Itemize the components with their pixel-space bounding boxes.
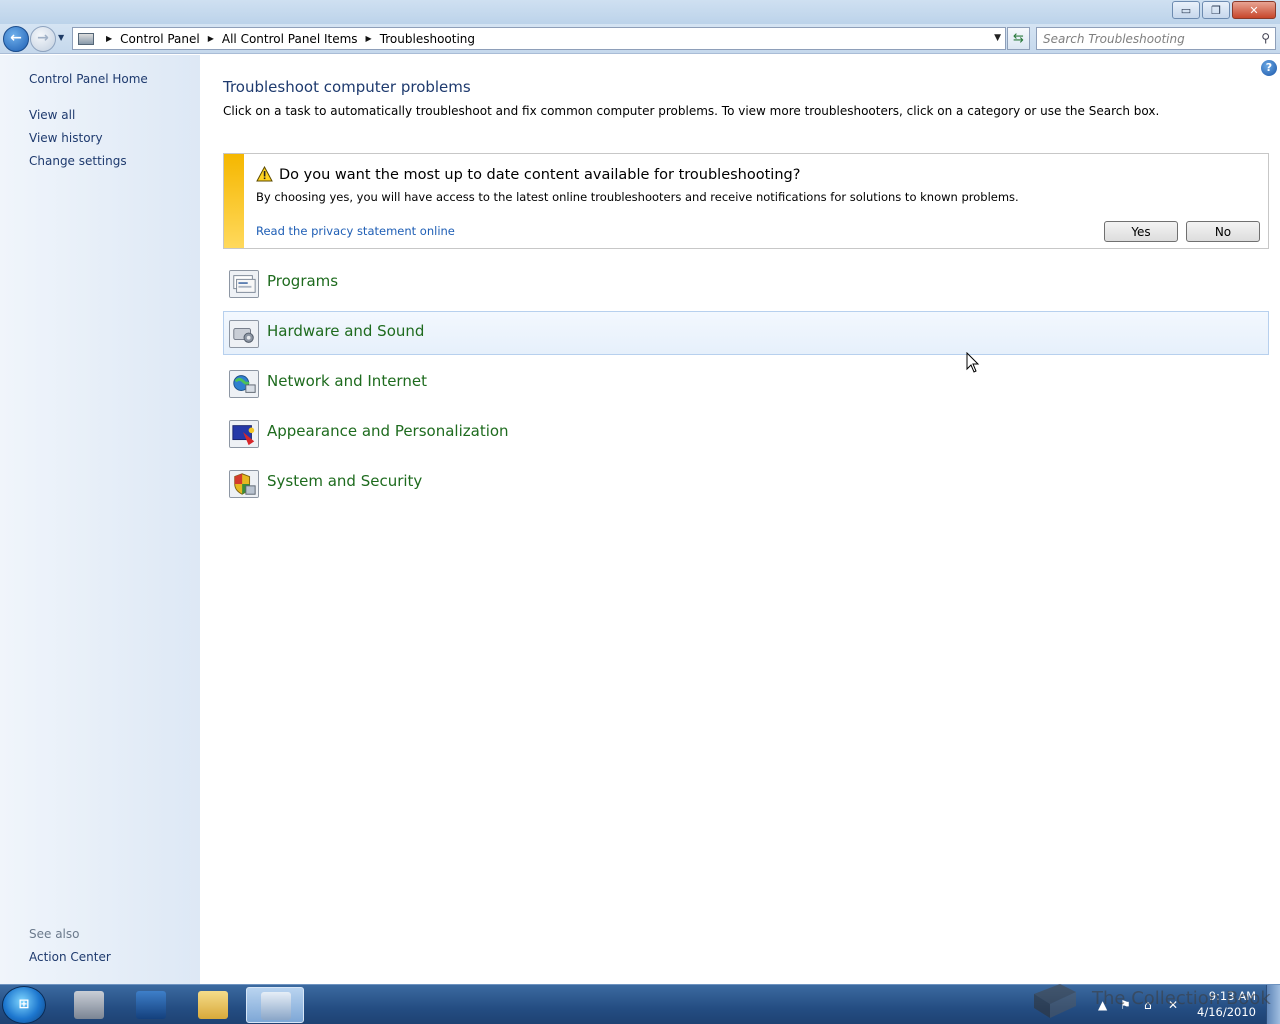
search-icon[interactable]: ⚲ [1261, 31, 1270, 45]
start-button[interactable]: ⊞ [2, 986, 46, 1024]
privacy-statement-link[interactable]: Read the privacy statement online [256, 224, 455, 238]
search-input[interactable] [1037, 28, 1247, 49]
banner-stripe [224, 154, 244, 248]
chevron-right-icon[interactable]: ▶ [366, 34, 372, 43]
recent-pages-dropdown[interactable]: ▼ [58, 33, 64, 42]
online-content-banner: Do you want the most up to date content … [223, 153, 1269, 249]
warning-icon [256, 166, 273, 182]
view-all-link[interactable]: View all [29, 108, 75, 122]
window-controls: ▭ ❐ ✕ [1170, 1, 1276, 19]
appearance-icon [229, 420, 259, 448]
control-panel-icon [261, 992, 291, 1020]
change-settings-link[interactable]: Change settings [29, 154, 127, 168]
refresh-icon: ⇆ [1013, 31, 1024, 46]
restore-icon: ❐ [1211, 3, 1221, 17]
category-label[interactable]: Programs [267, 272, 338, 290]
windows-logo-icon: ⊞ [18, 997, 30, 1012]
forward-arrow-icon: → [37, 30, 49, 46]
banner-description: By choosing yes, you will have access to… [256, 190, 1019, 204]
page-description: Click on a task to automatically trouble… [223, 104, 1160, 118]
taskbar-server-manager[interactable] [60, 987, 118, 1023]
sidebar: Control Panel Home View all View history… [0, 55, 200, 984]
watermark: The Collection Book [1030, 976, 1280, 1024]
powershell-icon [136, 991, 166, 1019]
programs-icon [229, 270, 259, 298]
page-title: Troubleshoot computer problems [223, 78, 471, 96]
system-security-icon [229, 470, 259, 498]
folder-icon [198, 991, 228, 1019]
hardware-sound-icon [229, 320, 259, 348]
category-label[interactable]: System and Security [267, 472, 422, 490]
forward-button[interactable]: → [30, 26, 56, 52]
restore-button[interactable]: ❐ [1202, 1, 1230, 19]
refresh-button[interactable]: ⇆ [1007, 27, 1030, 50]
taskbar-explorer[interactable] [184, 987, 242, 1023]
taskbar-powershell[interactable] [122, 987, 180, 1023]
view-history-link[interactable]: View history [29, 131, 103, 145]
main-content: ? Troubleshoot computer problems Click o… [200, 55, 1280, 984]
see-also-label: See also [29, 927, 80, 941]
navigation-bar: ← → ▼ ▶ Control Panel ▶ All Control Pane… [0, 24, 1280, 54]
category-hardware-sound[interactable]: Hardware and Sound [223, 311, 1269, 355]
category-system-security[interactable]: System and Security [223, 461, 1269, 505]
category-appearance[interactable]: Appearance and Personalization [223, 411, 1269, 455]
address-dropdown-icon[interactable]: ▼ [994, 33, 1001, 43]
category-label[interactable]: Appearance and Personalization [267, 422, 509, 440]
close-icon: ✕ [1249, 3, 1259, 17]
mouse-cursor-icon [966, 352, 980, 373]
action-center-link[interactable]: Action Center [29, 950, 111, 964]
taskbar-control-panel[interactable] [246, 987, 304, 1023]
breadcrumb-all-items[interactable]: All Control Panel Items [222, 32, 358, 46]
search-box[interactable]: ⚲ [1036, 27, 1276, 50]
breadcrumb-troubleshooting[interactable]: Troubleshooting [380, 32, 475, 46]
category-label[interactable]: Network and Internet [267, 372, 427, 390]
book-icon [1034, 984, 1076, 1018]
server-manager-icon [74, 991, 104, 1019]
minimize-icon: ▭ [1180, 3, 1192, 17]
network-internet-icon [229, 370, 259, 398]
back-button[interactable]: ← [3, 26, 29, 52]
category-network-internet[interactable]: Network and Internet [223, 361, 1269, 405]
minimize-button[interactable]: ▭ [1172, 1, 1200, 19]
yes-button[interactable]: Yes [1104, 221, 1178, 242]
control-panel-icon [78, 32, 94, 45]
no-button[interactable]: No [1186, 221, 1260, 242]
close-button[interactable]: ✕ [1232, 1, 1276, 19]
address-bar[interactable]: ▶ Control Panel ▶ All Control Panel Item… [72, 27, 1006, 50]
chevron-right-icon[interactable]: ▶ [106, 34, 112, 43]
help-icon[interactable]: ? [1261, 60, 1277, 76]
banner-question: Do you want the most up to date content … [279, 167, 801, 183]
category-label[interactable]: Hardware and Sound [267, 322, 424, 340]
control-panel-home-link[interactable]: Control Panel Home [29, 72, 148, 86]
category-programs[interactable]: Programs [223, 261, 1269, 305]
watermark-text: The Collection Book [1092, 988, 1271, 1009]
back-arrow-icon: ← [10, 30, 22, 46]
title-bar: ▭ ❐ ✕ [0, 0, 1280, 24]
breadcrumb-control-panel[interactable]: Control Panel [120, 32, 200, 46]
chevron-right-icon[interactable]: ▶ [208, 34, 214, 43]
